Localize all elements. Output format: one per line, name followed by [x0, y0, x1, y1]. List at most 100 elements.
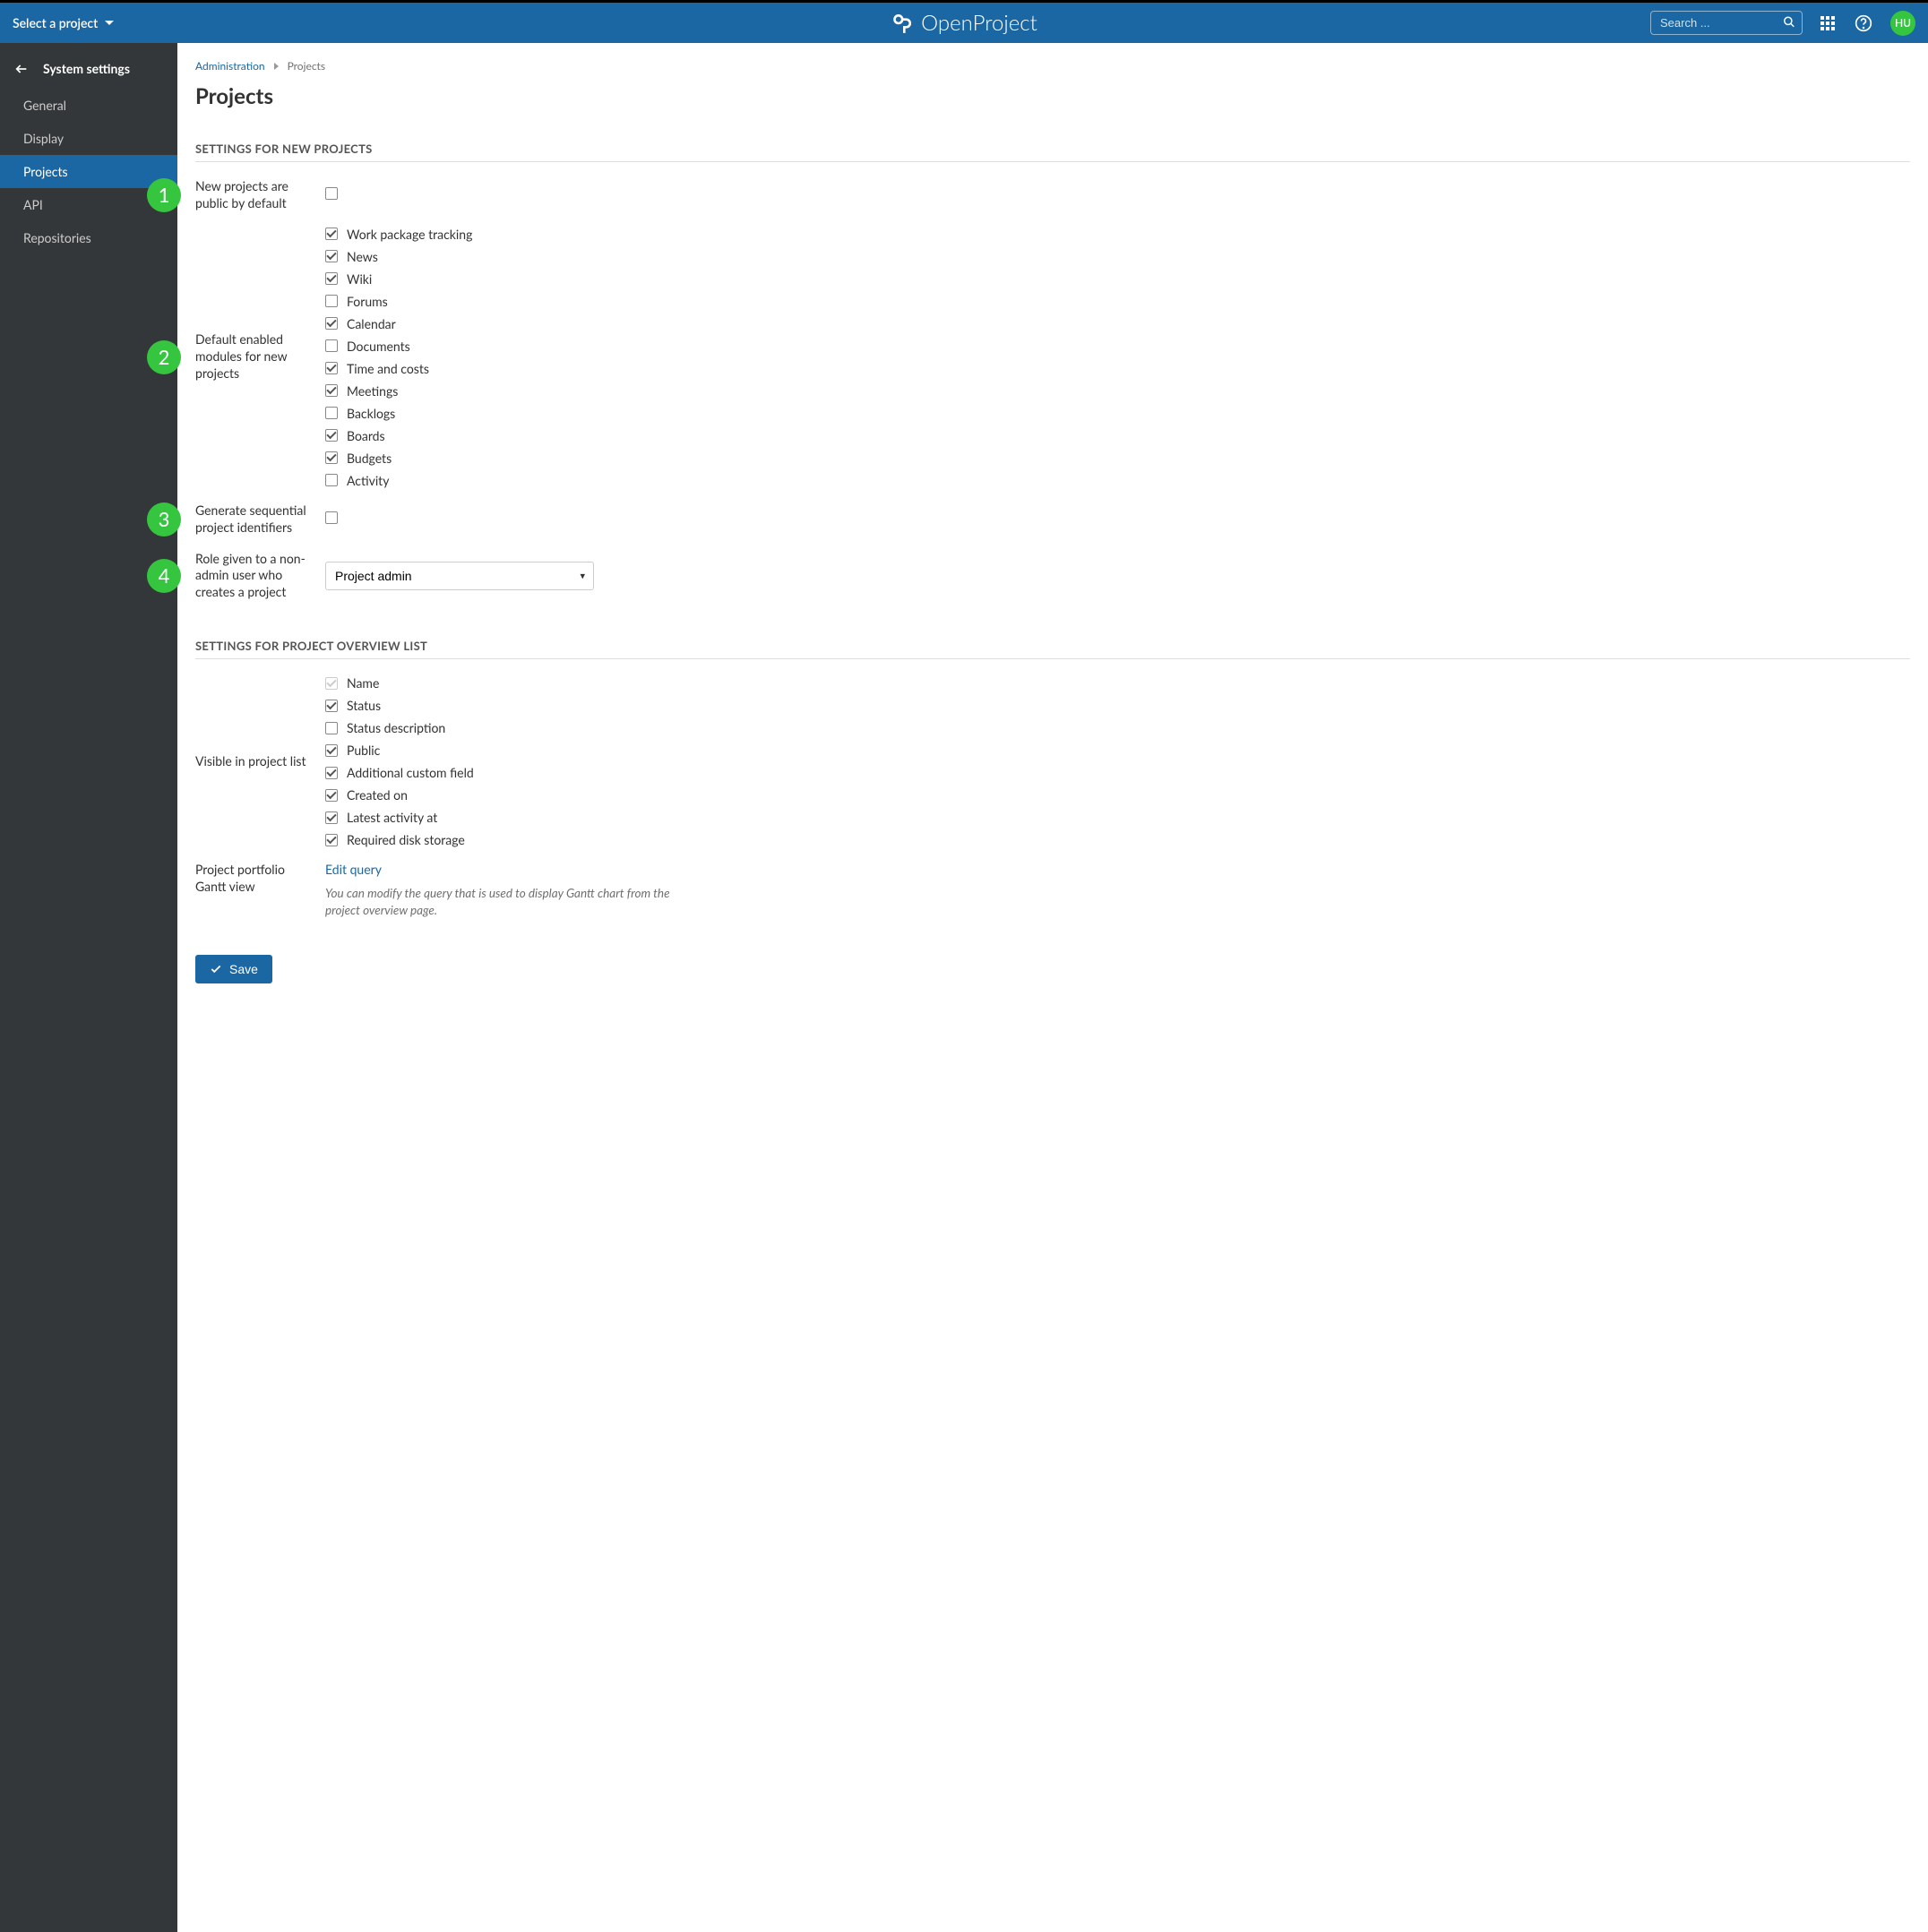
module-label: Boards — [347, 428, 385, 443]
page-title: Projects — [195, 83, 1910, 109]
module-label: Documents — [347, 339, 410, 354]
edit-query-link[interactable]: Edit query — [325, 862, 382, 877]
module-label: Meetings — [347, 383, 398, 399]
module-checkbox[interactable] — [325, 295, 338, 307]
role-label: Role given to a non-admin user who creat… — [195, 551, 325, 602]
openproject-icon — [891, 12, 914, 35]
module-row: Activity — [325, 473, 1910, 488]
role-select[interactable]: Project admin — [325, 562, 594, 590]
column-checkbox[interactable] — [325, 811, 338, 824]
breadcrumb: Administration Projects — [195, 59, 1910, 73]
column-row: Required disk storage — [325, 832, 1910, 847]
project-selector[interactable]: Select a project — [13, 15, 114, 30]
module-row: News — [325, 249, 1910, 264]
column-checkbox[interactable] — [325, 767, 338, 779]
gantt-label: Project portfolio Gantt view — [195, 862, 325, 896]
help-button[interactable] — [1853, 13, 1874, 34]
chevron-down-icon — [105, 21, 114, 26]
topbar: Select a project OpenProject HU — [0, 0, 1928, 43]
module-label: News — [347, 249, 378, 264]
module-label: Calendar — [347, 316, 396, 331]
module-row: Backlogs — [325, 406, 1910, 421]
search-icon — [1783, 15, 1795, 28]
column-label: Latest activity at — [347, 810, 437, 825]
search-input[interactable] — [1650, 11, 1803, 35]
sidebar-header: System settings — [0, 54, 177, 89]
module-label: Wiki — [347, 271, 372, 287]
module-row: Meetings — [325, 383, 1910, 399]
module-checkbox[interactable] — [325, 451, 338, 464]
column-label: Status description — [347, 720, 445, 735]
module-row: Forums — [325, 294, 1910, 309]
module-checkbox[interactable] — [325, 228, 338, 240]
column-checkbox[interactable] — [325, 789, 338, 802]
annotation-bubble-3: 3 — [147, 502, 181, 537]
module-label: Budgets — [347, 451, 392, 466]
annotation-bubble-2: 2 — [147, 340, 181, 374]
user-avatar[interactable]: HU — [1890, 11, 1915, 36]
module-checkbox[interactable] — [325, 474, 338, 486]
column-label: Name — [347, 675, 379, 691]
module-row: Budgets — [325, 451, 1910, 466]
column-row: Latest activity at — [325, 810, 1910, 825]
module-checkbox[interactable] — [325, 362, 338, 374]
back-arrow-icon[interactable] — [14, 62, 29, 76]
column-checkbox[interactable] — [325, 722, 338, 734]
section-new-projects-header: SETTINGS FOR NEW PROJECTS — [195, 142, 1910, 162]
column-checkbox[interactable] — [325, 744, 338, 757]
chevron-right-icon — [274, 63, 279, 70]
annotation-bubble-4: 4 — [147, 559, 181, 593]
avatar-initials: HU — [1895, 16, 1911, 30]
brand-label: OpenProject — [921, 10, 1037, 36]
column-row: Created on — [325, 787, 1910, 803]
column-row: Status description — [325, 720, 1910, 735]
public-default-label: New projects are public by default — [195, 178, 325, 212]
sidebar-item-display[interactable]: Display — [0, 122, 177, 155]
module-row: Time and costs — [325, 361, 1910, 376]
column-row: Name — [325, 675, 1910, 691]
column-label: Status — [347, 698, 381, 713]
breadcrumb-root[interactable]: Administration — [195, 59, 265, 73]
public-default-checkbox[interactable] — [325, 187, 338, 200]
module-label: Time and costs — [347, 361, 429, 376]
module-row: Boards — [325, 428, 1910, 443]
sidebar-item-general[interactable]: General — [0, 89, 177, 122]
module-label: Forums — [347, 294, 388, 309]
module-checkbox[interactable] — [325, 250, 338, 262]
sidebar-title: System settings — [43, 61, 130, 76]
sidebar: System settings GeneralDisplayProjectsAP… — [0, 43, 177, 1932]
sequential-checkbox[interactable] — [325, 511, 338, 524]
column-row: Status — [325, 698, 1910, 713]
module-checkbox[interactable] — [325, 429, 338, 442]
search-button[interactable] — [1781, 13, 1797, 32]
gantt-help-text: You can modify the query that is used to… — [325, 885, 684, 919]
sidebar-item-repositories[interactable]: Repositories — [0, 221, 177, 254]
breadcrumb-current: Projects — [288, 59, 325, 73]
search-box — [1650, 11, 1803, 35]
column-checkbox[interactable] — [325, 834, 338, 846]
column-label: Additional custom field — [347, 765, 474, 780]
module-row: Documents — [325, 339, 1910, 354]
apps-button[interactable] — [1819, 14, 1837, 32]
check-icon — [210, 963, 222, 975]
module-checkbox[interactable] — [325, 407, 338, 419]
grid-icon — [1820, 16, 1835, 30]
module-checkbox[interactable] — [325, 339, 338, 352]
module-row: Wiki — [325, 271, 1910, 287]
sequential-label: Generate sequential project identifiers — [195, 502, 325, 537]
help-icon — [1855, 14, 1872, 32]
project-selector-label: Select a project — [13, 15, 98, 30]
module-checkbox[interactable] — [325, 272, 338, 285]
module-checkbox[interactable] — [325, 384, 338, 397]
column-row: Additional custom field — [325, 765, 1910, 780]
column-label: Created on — [347, 787, 408, 803]
column-checkbox[interactable] — [325, 700, 338, 712]
module-checkbox[interactable] — [325, 317, 338, 330]
module-label: Activity — [347, 473, 389, 488]
brand-logo[interactable]: OpenProject — [891, 10, 1037, 36]
column-label: Public — [347, 743, 380, 758]
modules-label: Default enabled modules for new projects — [195, 331, 325, 382]
save-button[interactable]: Save — [195, 955, 272, 983]
module-row: Calendar — [325, 316, 1910, 331]
annotation-bubble-1: 1 — [147, 178, 181, 212]
